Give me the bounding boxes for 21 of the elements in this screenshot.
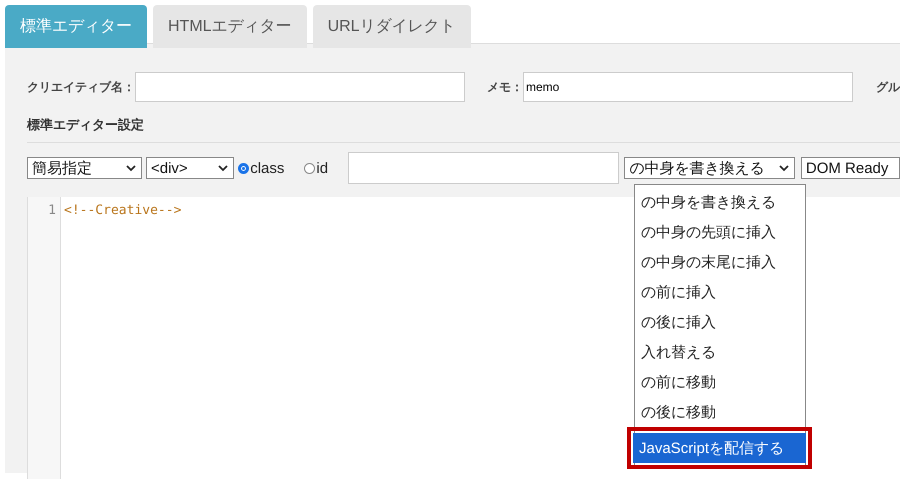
line-number: 1 bbox=[47, 203, 56, 218]
mode-select[interactable]: 簡易指定 bbox=[27, 157, 142, 179]
radio-option[interactable]: id bbox=[304, 160, 328, 176]
action-select[interactable]: の中身を書き換える bbox=[624, 157, 795, 179]
chevron-down-icon bbox=[218, 164, 228, 172]
dropdown-option[interactable]: JavaScriptを配信する bbox=[633, 433, 806, 463]
editor-tab[interactable]: URLリダイレクト bbox=[312, 5, 471, 48]
chevron-down-icon bbox=[126, 164, 136, 172]
chevron-down-icon bbox=[778, 164, 789, 172]
field-label: メモ： bbox=[487, 78, 523, 96]
code-line: <!--Creative--> bbox=[63, 202, 182, 218]
memo-input[interactable]: memo bbox=[523, 72, 853, 102]
field-label: クリエイティブ名： bbox=[27, 78, 135, 96]
selector-input[interactable] bbox=[348, 152, 620, 184]
creative-name-input[interactable] bbox=[135, 72, 465, 102]
section-title: 標準エディター設定 bbox=[27, 116, 145, 134]
radio-option[interactable]: class bbox=[238, 160, 284, 176]
tag-select[interactable]: <div> bbox=[146, 157, 234, 179]
field-label: グル bbox=[876, 78, 900, 96]
timing-select[interactable]: DOM Ready bbox=[800, 157, 900, 179]
editor-tab[interactable]: HTMLエディター bbox=[153, 5, 307, 48]
